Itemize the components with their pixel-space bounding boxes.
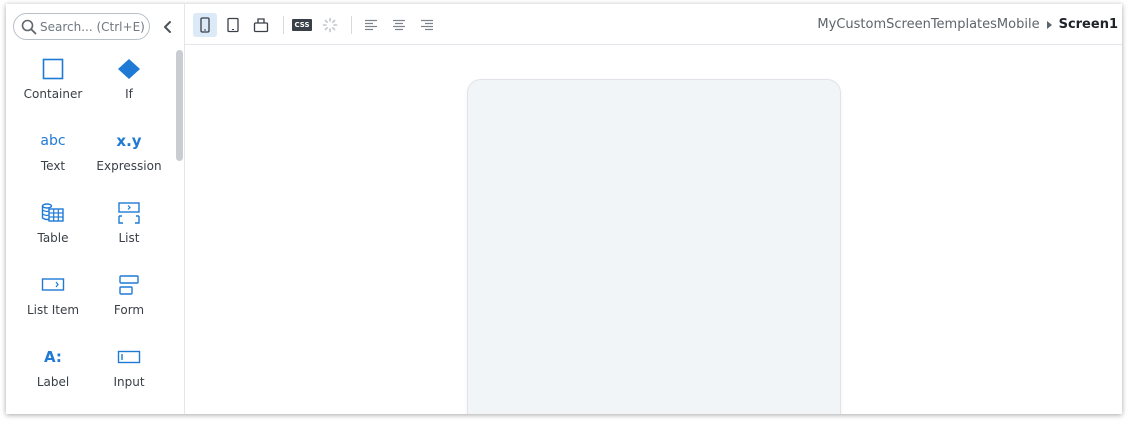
design-canvas[interactable] (185, 45, 1122, 414)
widget-label: List (118, 231, 140, 245)
toolbar-separator (351, 16, 352, 34)
loading-button[interactable] (318, 13, 342, 37)
toolbar-separator (283, 16, 284, 34)
container-icon (42, 58, 64, 80)
mobile-device-preview[interactable] (467, 79, 841, 414)
breadcrumb-arrow-icon (1046, 20, 1052, 29)
rotate-view-button[interactable] (249, 13, 273, 37)
css-icon: CSS (292, 19, 312, 31)
widget-label: Container (23, 87, 83, 101)
phone-icon (200, 17, 210, 33)
text-abc-icon: abc (40, 133, 66, 149)
if-diamond-icon (118, 59, 140, 79)
widget-label: Table (37, 231, 69, 245)
widget-input[interactable]: Input (91, 336, 167, 396)
widget-toolbox: Container If abc Text x.y Expression (6, 4, 185, 414)
main-editor: CSS MyCustomScreenTemplatesMobile Screen… (185, 4, 1122, 414)
widget-label: Label (36, 375, 70, 389)
input-icon (117, 350, 141, 364)
align-left-icon (365, 19, 377, 31)
breadcrumb: MyCustomScreenTemplatesMobile Screen1 (817, 17, 1118, 32)
search-input[interactable] (40, 17, 146, 36)
form-icon (119, 275, 139, 295)
orientation-icon (253, 18, 269, 33)
widget-label-item[interactable]: A: Label (15, 336, 91, 396)
widget-label: Expression (96, 159, 162, 173)
widget-container[interactable]: Container (15, 48, 91, 108)
css-button[interactable]: CSS (290, 13, 314, 37)
app-window: Container If abc Text x.y Expression (6, 4, 1122, 414)
list-item-icon (41, 278, 65, 291)
search-box[interactable] (13, 13, 150, 40)
align-right-icon (421, 19, 433, 31)
editor-toolbar: CSS MyCustomScreenTemplatesMobile Screen… (185, 4, 1122, 45)
widget-expression[interactable]: x.y Expression (91, 120, 167, 180)
collapse-sidebar-chevron-icon[interactable] (159, 18, 177, 36)
breadcrumb-module[interactable]: MyCustomScreenTemplatesMobile (817, 17, 1039, 32)
phone-view-button[interactable] (193, 13, 217, 37)
label-icon: A: (44, 348, 62, 366)
align-left-button[interactable] (359, 13, 383, 37)
widget-text[interactable]: abc Text (15, 120, 91, 180)
tablet-icon (227, 17, 239, 33)
widget-list-item[interactable]: List Item (15, 264, 91, 324)
align-center-icon (393, 19, 405, 31)
spinner-icon (322, 17, 338, 33)
widget-table[interactable]: Table (15, 192, 91, 252)
widget-label: If (125, 87, 133, 101)
table-icon (41, 203, 64, 222)
widget-if[interactable]: If (91, 48, 167, 108)
tablet-view-button[interactable] (221, 13, 245, 37)
sidebar-scrollbar[interactable] (176, 50, 183, 161)
widget-form[interactable]: Form (91, 264, 167, 324)
align-right-button[interactable] (415, 13, 439, 37)
widget-label: Form (113, 303, 145, 317)
expression-icon: x.y (116, 132, 142, 150)
align-center-button[interactable] (387, 13, 411, 37)
widget-label: Text (40, 159, 66, 173)
list-icon (118, 202, 140, 224)
widget-list[interactable]: List (91, 192, 167, 252)
widget-label: Input (113, 375, 145, 389)
search-icon (21, 19, 37, 35)
breadcrumb-screen: Screen1 (1058, 17, 1118, 32)
widget-label: List Item (26, 303, 80, 317)
